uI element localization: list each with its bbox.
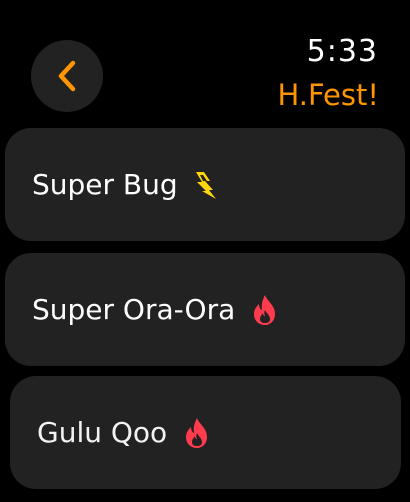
flame-icon (251, 294, 279, 326)
lightning-icon (194, 169, 220, 201)
app-title: H.Fest! (277, 78, 379, 112)
clock-time: 5:33 (306, 34, 378, 69)
list-item-label: Gulu Qoo (37, 415, 168, 449)
list-item-super-ora-ora[interactable]: Super Ora-Ora (5, 253, 405, 366)
list-item-gulu-qoo[interactable]: Gulu Qoo (10, 376, 401, 489)
watch-screen: 5:33 H.Fest! Super Bug Super Ora-Ora Gul… (0, 0, 410, 502)
list-item-super-bug[interactable]: Super Bug (5, 128, 405, 241)
chevron-left-icon (58, 60, 76, 92)
back-button[interactable] (31, 40, 103, 112)
flame-icon (183, 417, 211, 449)
list-item-label: Super Bug (32, 167, 178, 201)
list-item-label: Super Ora-Ora (32, 292, 236, 326)
